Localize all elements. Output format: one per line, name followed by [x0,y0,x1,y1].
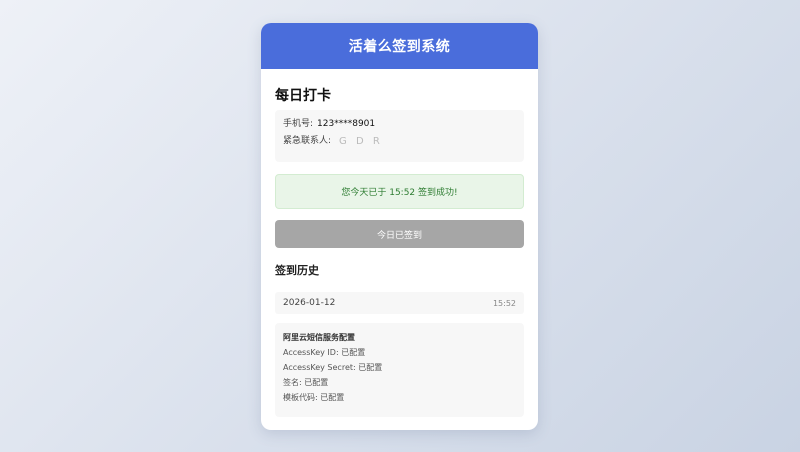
sms-config-title: 阿里云短信服务配置 [283,333,355,342]
user-info-box: 手机号: 123****8901 紧急联系人: [275,110,524,162]
daily-checkin-title: 每日打卡 [275,88,331,104]
emergency-contact-input[interactable] [339,136,460,147]
app-header: 活着么签到系统 [261,23,538,69]
checkin-card: 活着么签到系统 每日打卡 手机号: 123****8901 紧急联系人: 您今天… [261,23,538,430]
app-title: 活着么签到系统 [348,39,451,55]
history-title: 签到历史 [275,264,319,277]
phone-label: 手机号: [283,119,314,129]
sms-config-template-code: 模板代码: 已配置 [283,393,345,402]
sms-config-accesskey-secret: AccessKey Secret: 已配置 [283,363,383,372]
contact-row: 紧急联系人: [283,133,516,150]
phone-row: 手机号: 123****8901 [283,116,516,133]
success-message: 您今天已于 15:52 签到成功! [341,188,458,198]
success-message-box: 您今天已于 15:52 签到成功! [275,174,524,209]
sms-config-box: 阿里云短信服务配置 AccessKey ID: 已配置 AccessKey Se… [275,323,524,417]
history-date: 2026-01-12 [283,298,336,308]
contact-label: 紧急联系人: [283,136,332,146]
sms-config-signature: 签名: 已配置 [283,378,329,387]
history-time: 15:52 [492,298,516,308]
phone-value: 123****8901 [317,119,376,129]
checkin-button[interactable]: 今日已签到 [275,220,524,248]
card-body: 每日打卡 手机号: 123****8901 紧急联系人: 您今天已于 15:52… [261,85,538,417]
history-row: 2026-01-12 15:52 [275,292,524,314]
sms-config-accesskey-id: AccessKey ID: 已配置 [283,348,366,357]
